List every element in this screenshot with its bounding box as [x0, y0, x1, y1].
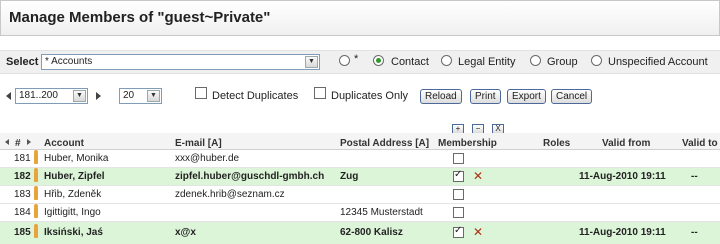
valid-to-value: --	[691, 227, 698, 238]
radio-legal-entity-label: Legal Entity	[458, 56, 516, 68]
row-number: 182	[14, 171, 31, 182]
radio-all-label: *	[354, 53, 359, 65]
account-name[interactable]: Huber, Zipfel	[44, 171, 105, 182]
valid-from-value: 11-Aug-2010 19:11	[579, 227, 666, 238]
email-value: x@x	[175, 227, 196, 238]
valid-to-value: --	[691, 171, 698, 182]
email-value: xxx@huber.de	[175, 153, 240, 164]
column-header-postal[interactable]: Postal Address [A]	[340, 138, 429, 149]
account-name[interactable]: Iksiński, Jaś	[44, 227, 103, 238]
table-row[interactable]: 185 Iksiński, Jaś x@x 62-800 Kalisz ✕ 11…	[0, 222, 720, 244]
email-value: zipfel.huber@guschdl-gmbh.ch	[175, 171, 325, 182]
radio-legal-entity[interactable]	[441, 55, 452, 66]
radio-unspecified[interactable]	[591, 55, 602, 66]
radio-unspecified-label: Unspecified Account	[608, 56, 708, 68]
duplicates-only-label: Duplicates Only	[331, 90, 409, 102]
membership-checkbox[interactable]	[453, 189, 464, 200]
column-header-valid-to[interactable]: Valid to	[682, 138, 718, 149]
account-name[interactable]: Igittigitt, Ingo	[44, 207, 101, 218]
page-range-select[interactable]: 181..200 ▼	[15, 88, 88, 104]
membership-checkbox[interactable]	[453, 225, 464, 238]
postal-value: Zug	[340, 171, 359, 182]
row-number: 183	[14, 189, 31, 200]
account-name[interactable]: Hřib, Zdeněk	[44, 189, 101, 200]
postal-value: 12345 Musterstadt	[340, 207, 423, 218]
person-icon	[34, 150, 38, 164]
previous-page-icon[interactable]	[6, 92, 11, 100]
chevron-down-icon: ▼	[147, 90, 160, 102]
column-header-valid-from[interactable]: Valid from	[602, 138, 650, 149]
person-icon	[34, 168, 38, 182]
duplicates-only-checkbox[interactable]	[314, 87, 326, 99]
account-type-select[interactable]: * Accounts ▼	[41, 54, 320, 70]
page-range-value: 181..200	[19, 90, 58, 101]
column-header-roles[interactable]: Roles	[543, 138, 570, 149]
radio-all[interactable]	[339, 55, 350, 66]
export-button[interactable]: Export	[507, 89, 546, 104]
radio-group[interactable]	[530, 55, 541, 66]
row-number: 185	[14, 227, 31, 238]
table-row[interactable]: 184 Igittigitt, Ingo 12345 Musterstadt	[0, 204, 720, 222]
radio-contact-label: Contact	[391, 56, 429, 68]
membership-checkbox[interactable]	[453, 169, 464, 182]
filter-toolbar: Select * Accounts ▼ * Contact Legal Enti…	[0, 50, 720, 74]
detect-duplicates-checkbox[interactable]	[195, 87, 207, 99]
valid-from-value: 11-Aug-2010 19:11	[579, 171, 666, 182]
email-value: zdenek.hrib@seznam.cz	[175, 189, 285, 200]
scroll-left-icon[interactable]	[5, 139, 9, 145]
row-number: 184	[14, 207, 31, 218]
page-size-value: 20	[123, 90, 135, 101]
table-row[interactable]: 181 Huber, Monika xxx@huber.de	[0, 150, 720, 168]
page-header: Manage Members of "guest~Private"	[0, 0, 720, 36]
person-icon	[34, 186, 38, 200]
scroll-right-icon[interactable]	[27, 139, 31, 145]
table-row[interactable]: 182 Huber, Zipfel zipfel.huber@guschdl-g…	[0, 168, 720, 186]
radio-group-label: Group	[547, 56, 578, 68]
person-icon	[34, 224, 38, 238]
column-header-membership[interactable]: Membership	[438, 138, 497, 149]
print-button[interactable]: Print	[470, 89, 501, 104]
table-row[interactable]: 183 Hřib, Zdeněk zdenek.hrib@seznam.cz	[0, 186, 720, 204]
chevron-down-icon: ▼	[305, 56, 318, 68]
chevron-down-icon: ▼	[73, 90, 86, 102]
account-name[interactable]: Huber, Monika	[44, 153, 108, 164]
column-header-account[interactable]: Account	[44, 138, 84, 149]
account-type-value: * Accounts	[45, 56, 93, 67]
remove-membership-icon[interactable]: ✕	[473, 170, 483, 182]
select-label: Select	[6, 56, 39, 68]
row-number: 181	[14, 153, 31, 164]
membership-checkbox[interactable]	[453, 207, 464, 218]
remove-membership-icon[interactable]: ✕	[473, 226, 483, 238]
membership-checkbox[interactable]	[453, 153, 464, 164]
postal-value: 62-800 Kalisz	[340, 227, 403, 238]
next-page-icon[interactable]	[96, 92, 101, 100]
page-size-select[interactable]: 20 ▼	[119, 88, 162, 104]
column-header-email[interactable]: E-mail [A]	[175, 138, 222, 149]
detect-duplicates-label: Detect Duplicates	[212, 90, 299, 102]
column-header-number[interactable]: #	[15, 138, 21, 149]
reload-button[interactable]: Reload	[420, 89, 462, 104]
radio-contact[interactable]	[373, 55, 384, 66]
cancel-button[interactable]: Cancel	[551, 89, 593, 104]
person-icon	[34, 204, 38, 218]
page-title: Manage Members of "guest~Private"	[9, 9, 271, 26]
